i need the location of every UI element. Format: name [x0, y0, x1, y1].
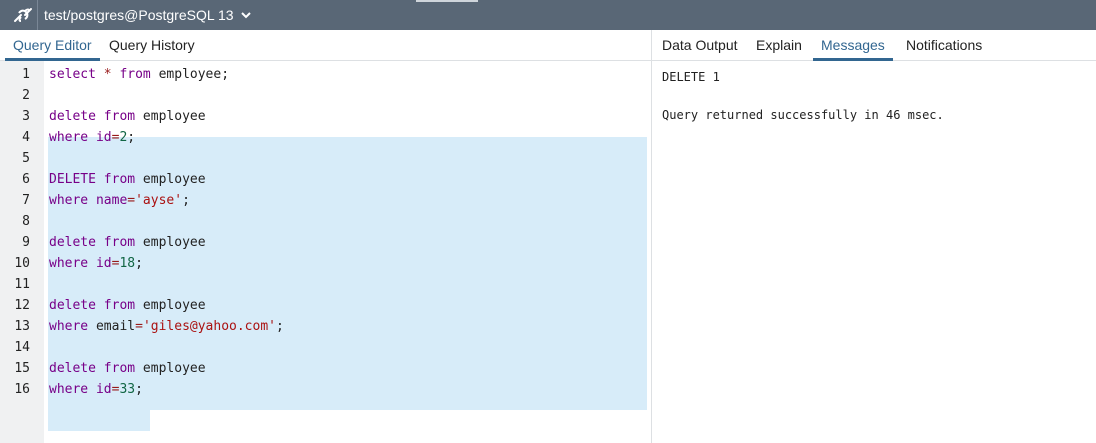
line-number: 6 [22, 172, 30, 187]
line-number: 8 [22, 214, 30, 229]
line-number: 2 [22, 88, 30, 103]
tab-query-editor[interactable]: Query Editor [5, 30, 100, 61]
line-number: 16 [14, 382, 30, 397]
tab-explain[interactable]: Explain [756, 30, 802, 60]
connection-status-icon[interactable] [12, 6, 34, 24]
line-number-gutter: 1 2 3 4 5 6 7 8 9 10 11 12 13 14 15 16 [0, 61, 44, 443]
code-line: where email='giles@yahoo.com'; [49, 319, 284, 334]
line-number: 15 [14, 361, 30, 376]
line-number: 12 [14, 298, 30, 313]
code-line: DELETE from employee [49, 172, 206, 187]
connection-title[interactable]: test/postgres@PostgreSQL 13 [44, 7, 234, 24]
line-number: 9 [22, 235, 30, 250]
tab-query-history[interactable]: Query History [109, 30, 195, 60]
code-line: delete from employee [49, 109, 206, 124]
line-number: 4 [22, 130, 30, 145]
code-line: select * from employee; [49, 67, 230, 82]
toolbar-separator [37, 0, 38, 30]
line-number: 7 [22, 193, 30, 208]
line-number: 13 [14, 319, 30, 334]
messages-output: DELETE 1 Query returned successfully in … [662, 68, 944, 125]
line-number: 11 [14, 277, 30, 292]
line-number: 5 [22, 151, 30, 166]
tab-notifications[interactable]: Notifications [906, 30, 982, 60]
tab-data-output[interactable]: Data Output [662, 30, 738, 60]
line-number: 14 [14, 340, 30, 355]
window-edge-marker [416, 0, 478, 2]
line-number: 10 [14, 256, 30, 271]
code-line: where id=33; [49, 382, 143, 397]
query-editor-panel: Query Editor Query History 1 2 3 4 5 6 7 8 9 10 11… [0, 30, 651, 443]
line-number: 1 [22, 67, 30, 82]
message-result: Query returned successfully in 46 msec. [662, 108, 944, 122]
line-number: 3 [22, 109, 30, 124]
code-line: where id=18; [49, 256, 143, 271]
chevron-down-icon[interactable] [240, 9, 252, 21]
tab-messages[interactable]: Messages [813, 30, 893, 61]
code-line: delete from employee [49, 298, 206, 313]
message-status: DELETE 1 [662, 70, 720, 84]
code-line: delete from employee [49, 361, 206, 376]
code-line: delete from employee [49, 235, 206, 250]
sql-editor[interactable]: select * from employee; delete from emplo… [45, 61, 651, 443]
output-panel: Data Output Explain Messages Notificatio… [652, 30, 1096, 443]
editor-tabs: Query Editor Query History [0, 30, 651, 61]
text-selection-end [48, 410, 150, 431]
query-tool-toolbar: test/postgres@PostgreSQL 13 [0, 0, 1096, 30]
code-line: where name='ayse'; [49, 193, 190, 208]
code-line: where id=2; [49, 130, 136, 145]
output-tabs: Data Output Explain Messages Notificatio… [652, 30, 1096, 61]
